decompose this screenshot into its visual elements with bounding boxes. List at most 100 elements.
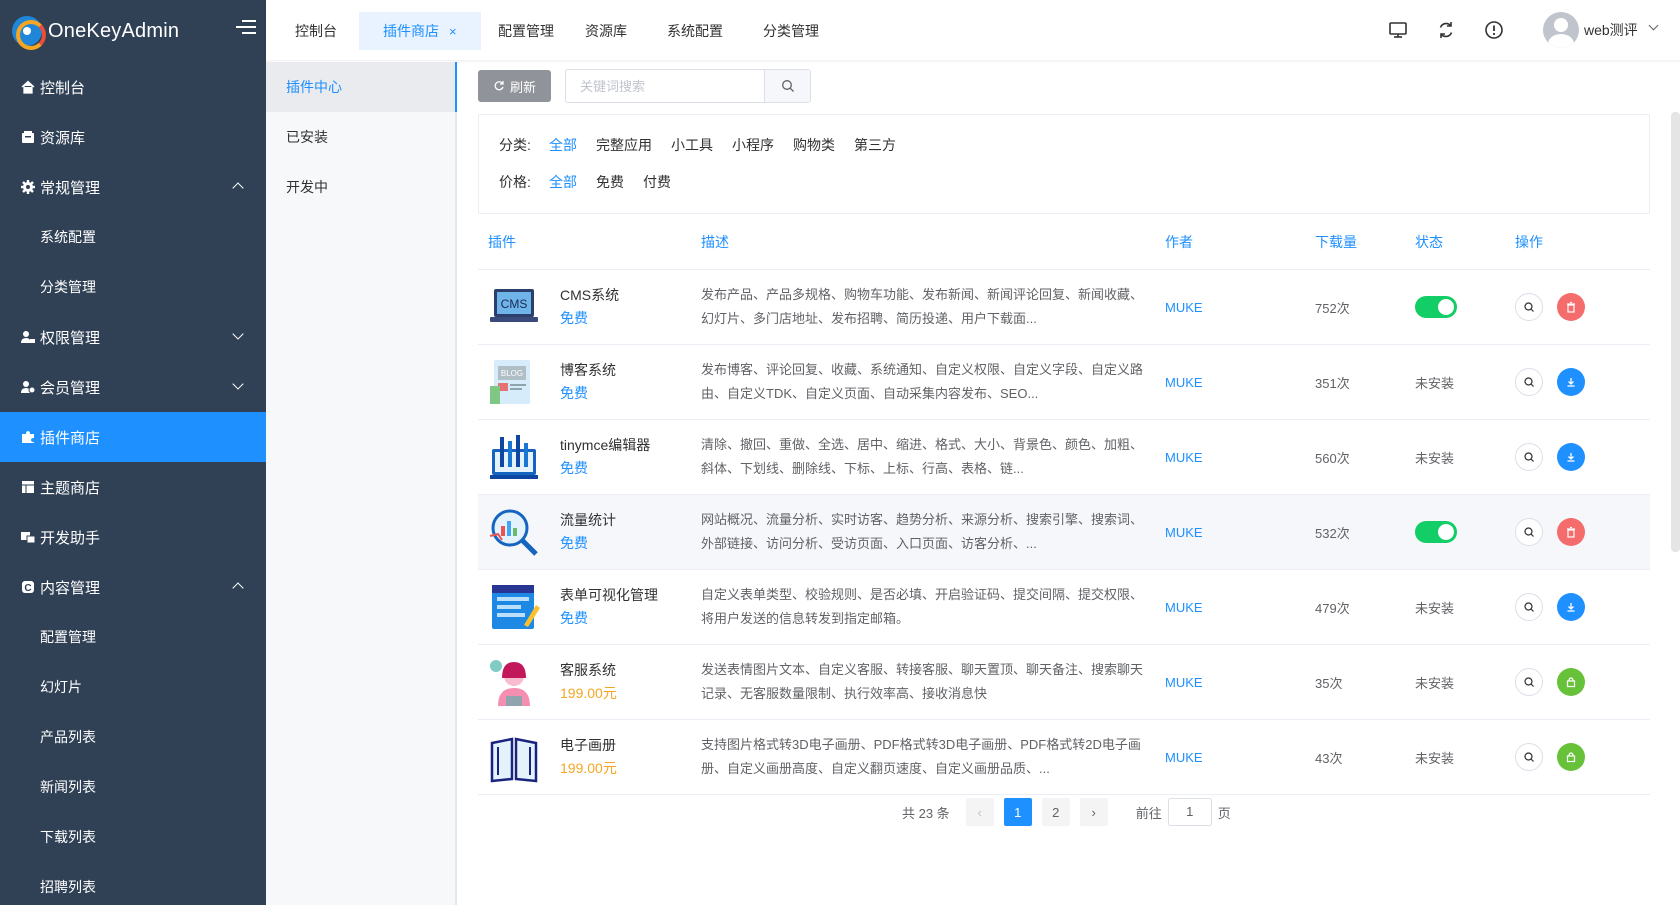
plugin-downloads: 560次 — [1315, 450, 1350, 466]
install-button[interactable] — [1557, 368, 1585, 396]
status-toggle[interactable] — [1415, 296, 1457, 318]
goto-page-input[interactable]: 1 — [1167, 798, 1212, 826]
tab-1[interactable]: 插件商店 × — [359, 12, 481, 50]
price-option[interactable]: 免费 — [596, 172, 624, 192]
plugin-name[interactable]: CMS系统 — [560, 284, 619, 307]
page-button[interactable]: 2 — [1041, 798, 1070, 826]
plugin-name[interactable]: 流量统计 — [560, 509, 616, 532]
sidebar-subitem[interactable]: 新闻列表 — [0, 762, 266, 812]
next-page-button[interactable]: › — [1079, 798, 1108, 826]
plugin-thumbnail — [488, 656, 540, 708]
close-icon[interactable]: × — [449, 24, 457, 39]
sidebar-subitem[interactable]: 下载列表 — [0, 812, 266, 862]
delete-button[interactable] — [1557, 293, 1585, 321]
plugin-name[interactable]: 客服系统 — [560, 659, 617, 682]
subnav-item-2[interactable]: 开发中 — [266, 162, 455, 212]
subnav-item-0[interactable]: 插件中心 — [266, 62, 457, 112]
buy-button[interactable] — [1557, 668, 1585, 696]
monitor-icon[interactable] — [1388, 20, 1408, 40]
sidebar-item-8[interactable]: C 内容管理 — [0, 562, 266, 612]
plugin-author[interactable]: MUKE — [1155, 525, 1305, 540]
view-button[interactable] — [1515, 668, 1543, 696]
alert-icon[interactable] — [1484, 20, 1504, 40]
category-option[interactable]: 小程序 — [732, 135, 774, 155]
price-option[interactable]: 全部 — [549, 172, 577, 192]
subnav-item-1[interactable]: 已安装 — [266, 112, 455, 162]
install-button[interactable] — [1557, 443, 1585, 471]
sidebar-subitem[interactable]: 招聘列表 — [0, 862, 266, 905]
plugin-author[interactable]: MUKE — [1155, 450, 1305, 465]
chevron-down-icon[interactable] — [1648, 20, 1659, 31]
plugin-name[interactable]: 博客系统 — [560, 359, 616, 382]
view-button[interactable] — [1515, 443, 1543, 471]
topbar: 控制台 插件商店 × 配置管理 资源库 系统配置 分类管理 web测评 — [266, 0, 1680, 60]
plugin-author[interactable]: MUKE — [1155, 300, 1305, 315]
page-button[interactable]: 1 — [1003, 798, 1032, 826]
tab-4[interactable]: 系统配置 — [643, 12, 747, 50]
category-filter: 分类: 全部 完整应用 小工具 小程序 购物类 第三方 — [499, 135, 915, 155]
sidebar-item-2[interactable]: 常规管理 — [0, 162, 266, 212]
sidebar-item-3[interactable]: 权限管理 — [0, 312, 266, 362]
plugin-thumbnail: CMS — [488, 281, 540, 333]
sidebar-item-0[interactable]: 控制台 — [0, 62, 266, 112]
plugin-downloads: 35次 — [1315, 675, 1343, 691]
view-button[interactable] — [1515, 368, 1543, 396]
sidebar-subitem[interactable]: 产品列表 — [0, 712, 266, 762]
sidebar-item-6[interactable]: 主题商店 — [0, 462, 266, 512]
content-icon: C — [22, 581, 34, 594]
scrollbar[interactable] — [1671, 112, 1680, 552]
col-actions: 操作 — [1515, 234, 1543, 250]
refresh-page-icon[interactable] — [1436, 20, 1456, 40]
plugin-actions — [1505, 668, 1650, 696]
tab-0[interactable]: 控制台 — [271, 12, 361, 50]
goto-label: 前往 — [1135, 805, 1162, 821]
collapse-menu-icon[interactable] — [236, 20, 256, 38]
plugin-name[interactable]: tinymce编辑器 — [560, 434, 650, 457]
tab-5[interactable]: 分类管理 — [739, 12, 843, 50]
view-button[interactable] — [1515, 518, 1543, 546]
plugin-name[interactable]: 电子画册 — [560, 734, 617, 757]
tab-3[interactable]: 资源库 — [561, 12, 651, 50]
search-icon — [1524, 377, 1534, 387]
chevron-down-icon — [232, 328, 244, 340]
sidebar-item-4[interactable]: 会员管理 — [0, 362, 266, 412]
search-input[interactable] — [566, 70, 764, 102]
category-option[interactable]: 全部 — [549, 135, 577, 155]
refresh-button[interactable]: 刷新 — [478, 70, 551, 102]
view-button[interactable] — [1515, 293, 1543, 321]
plugin-author[interactable]: MUKE — [1155, 375, 1305, 390]
sidebar-subitem[interactable]: 系统配置 — [0, 212, 266, 262]
category-option[interactable]: 第三方 — [854, 135, 896, 155]
search-icon — [1524, 527, 1534, 537]
category-option[interactable]: 购物类 — [793, 135, 835, 155]
sidebar-item-7[interactable]: 开发助手 — [0, 512, 266, 562]
plugin-downloads: 532次 — [1315, 525, 1350, 541]
buy-button[interactable] — [1557, 743, 1585, 771]
price-option[interactable]: 付费 — [643, 172, 671, 192]
avatar[interactable] — [1543, 12, 1579, 48]
search-button[interactable] — [764, 70, 810, 102]
user-name[interactable]: web测评 — [1584, 20, 1638, 40]
prev-page-button[interactable]: ‹ — [965, 798, 994, 826]
plugin-status-cell: 未安装 — [1405, 448, 1505, 467]
sidebar-subitem[interactable]: 幻灯片 — [0, 662, 266, 712]
table-row: CMS CMS系统 免费 发布产品、产品多规格、购物车功能、发布新闻、新闻评论回复、新… — [478, 270, 1650, 345]
delete-button[interactable] — [1557, 518, 1585, 546]
plugin-author[interactable]: MUKE — [1155, 600, 1305, 615]
plugin-author[interactable]: MUKE — [1155, 750, 1305, 765]
category-option[interactable]: 小工具 — [671, 135, 713, 155]
status-toggle[interactable] — [1415, 521, 1457, 543]
sidebar-item-5[interactable]: 插件商店 — [0, 412, 266, 462]
plugin-price: 免费 — [560, 385, 588, 401]
plugin-author[interactable]: MUKE — [1155, 675, 1305, 690]
plugin-name[interactable]: 表单可视化管理 — [560, 584, 658, 607]
sidebar-item-1[interactable]: 资源库 — [0, 112, 266, 162]
tab-label: 资源库 — [585, 23, 627, 39]
view-button[interactable] — [1515, 743, 1543, 771]
install-button[interactable] — [1557, 593, 1585, 621]
sidebar-subitem[interactable]: 配置管理 — [0, 612, 266, 662]
sidebar-subitem[interactable]: 分类管理 — [0, 262, 266, 312]
view-button[interactable] — [1515, 593, 1543, 621]
category-option[interactable]: 完整应用 — [596, 135, 652, 155]
download-icon — [1567, 453, 1575, 462]
